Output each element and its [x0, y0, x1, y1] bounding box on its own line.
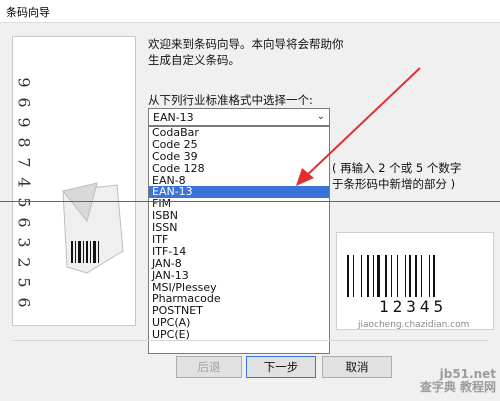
page-curl-graphic — [62, 182, 124, 274]
banner-digit: 5 — [14, 197, 34, 208]
banner-digit: 5 — [14, 277, 34, 288]
preview-bar — [347, 255, 349, 297]
watermark-brand: 查字典 教程网 — [419, 380, 496, 394]
preview-bar — [415, 255, 417, 297]
preview-bar — [429, 255, 430, 297]
preview-bar — [377, 255, 380, 297]
format-option[interactable]: JAN-8 — [149, 257, 329, 270]
barcode-preview: 12345 — [336, 232, 494, 330]
format-option[interactable]: ISSN — [149, 222, 329, 234]
format-option[interactable]: ITF-14 — [149, 246, 329, 258]
wizard-banner: 6 5 2 3 6 5 4 7 8 9 6 9 — [12, 36, 136, 326]
banner-digit: 8 — [14, 137, 34, 148]
barcode-preview-digits: 12345 — [379, 297, 448, 316]
format-select-value: EAN-13 — [153, 111, 194, 124]
watermark-url: jiaocheng.chazidian.com — [358, 320, 470, 330]
preview-bar — [405, 255, 406, 297]
preview-bar — [391, 255, 392, 297]
cancel-button[interactable]: 取消 — [322, 356, 392, 378]
format-option[interactable]: JAN-13 — [149, 269, 329, 282]
button-separator — [12, 340, 488, 341]
preview-bar — [361, 255, 362, 297]
preview-bar — [385, 255, 387, 297]
annotation-red-line — [0, 201, 500, 202]
preview-bar — [367, 255, 369, 297]
next-button[interactable]: 下一步 — [246, 356, 316, 378]
vertical-barcode-digits: 6 5 2 3 6 5 4 7 8 9 6 9 — [14, 63, 41, 313]
banner-digit: 3 — [14, 237, 34, 248]
intro-line-1: 欢迎来到条码向导。本向导将会帮助你 — [148, 37, 344, 51]
preview-bar — [409, 255, 411, 297]
banner-digit: 6 — [14, 297, 34, 308]
banner-digit: 9 — [14, 117, 34, 128]
preview-bar — [373, 255, 374, 297]
banner-digit: 6 — [14, 217, 34, 228]
preview-bar — [421, 255, 422, 297]
format-prompt: 从下列行业标准格式中选择一个: — [148, 93, 313, 107]
back-button[interactable]: 后退 — [176, 356, 242, 378]
window-title: 条码向导 — [6, 6, 50, 19]
preview-bar — [353, 255, 354, 297]
banner-digit: 6 — [14, 97, 34, 108]
banner-digit: 2 — [14, 257, 34, 268]
banner-digit: 4 — [14, 177, 34, 188]
preview-bar — [397, 255, 398, 297]
preview-bar — [433, 255, 435, 297]
title-bar: 条码向导 — [0, 0, 500, 23]
banner-digit: 9 — [14, 77, 34, 88]
banner-digit: 7 — [14, 157, 34, 168]
annotation-arrow — [296, 67, 421, 186]
